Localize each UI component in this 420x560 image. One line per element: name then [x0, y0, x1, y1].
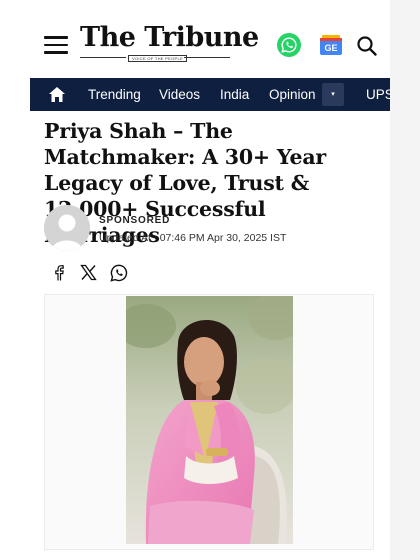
home-icon[interactable]	[48, 86, 66, 103]
article-photo[interactable]	[126, 296, 293, 544]
nav-item-videos[interactable]: Videos	[159, 87, 200, 103]
logo-text: The Tribune	[80, 22, 259, 53]
x-icon[interactable]	[80, 264, 97, 281]
nav-item-opinion[interactable]: Opinion	[269, 87, 316, 103]
main-nav: Trending Videos India Opinion ▾ UPS	[30, 78, 390, 111]
article-title: Priya Shah – The Matchmaker: A 30+ Year …	[44, 119, 327, 247]
facebook-icon[interactable]	[51, 264, 67, 281]
nav-more-dropdown[interactable]: ▾	[322, 83, 344, 106]
nav-item-trending[interactable]: Trending	[88, 87, 141, 103]
updated-timestamp: Updated At : 07:46 PM Apr 30, 2025 IST	[99, 232, 287, 244]
logo-tagline: VOICE OF THE PEOPLE	[128, 55, 187, 62]
hamburger-menu-icon[interactable]	[44, 36, 68, 54]
author-avatar	[44, 205, 90, 251]
sponsored-label: SPONSORED	[99, 215, 171, 226]
google-news-icon[interactable]: GE	[319, 34, 343, 56]
svg-text:GE: GE	[324, 43, 337, 53]
search-icon[interactable]	[356, 35, 378, 57]
nav-item-ups[interactable]: UPS	[366, 87, 390, 103]
site-header: The Tribune VOICE OF THE PEOPLE GE	[0, 0, 420, 78]
whatsapp-share-icon[interactable]	[110, 264, 128, 282]
whatsapp-icon[interactable]	[277, 33, 301, 57]
page-side-margin	[390, 0, 420, 560]
site-logo[interactable]: The Tribune VOICE OF THE PEOPLE	[80, 22, 259, 66]
nav-item-india[interactable]: India	[220, 87, 249, 103]
